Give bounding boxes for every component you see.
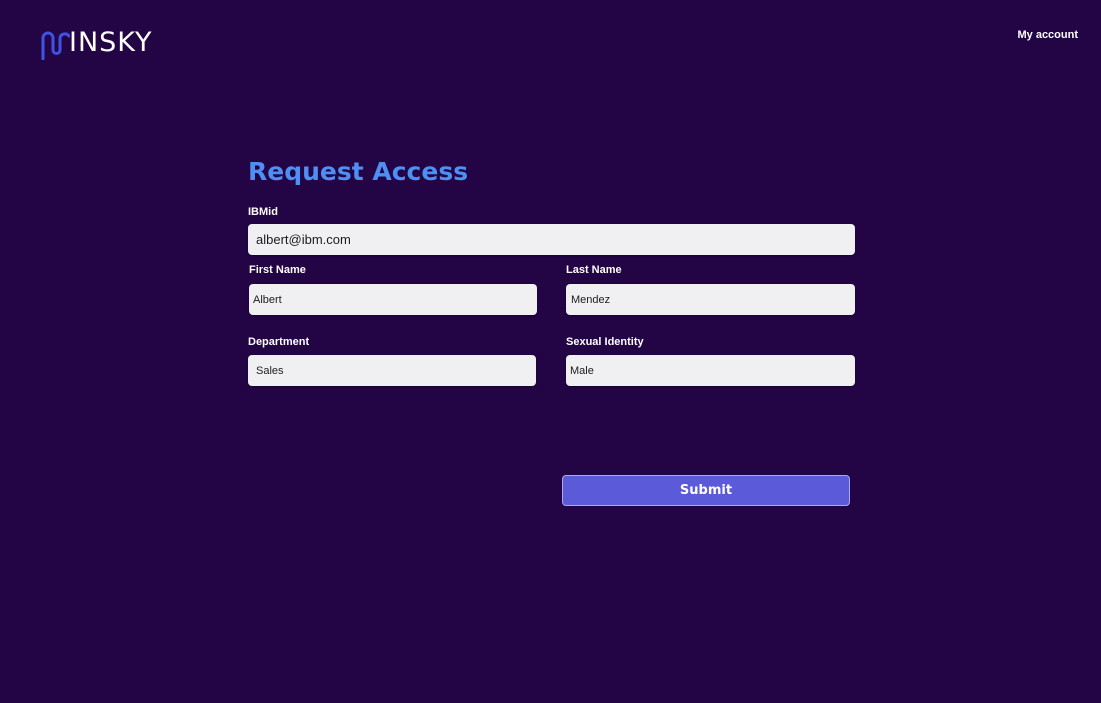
ibmid-label: IBMid: [248, 206, 278, 218]
minsky-logo-mark-icon: [40, 26, 71, 61]
ibmid-input[interactable]: [248, 224, 855, 255]
page-title: Request Access: [248, 157, 469, 186]
sexual-identity-input[interactable]: [566, 355, 855, 386]
logo-wordmark: INSKY: [69, 27, 153, 58]
department-input[interactable]: [248, 355, 536, 386]
minsky-logo[interactable]: INSKY: [40, 26, 153, 61]
first-name-label: First Name: [249, 264, 306, 276]
first-name-input[interactable]: [249, 284, 537, 315]
my-account-link[interactable]: My account: [1017, 29, 1078, 41]
last-name-input[interactable]: [566, 284, 855, 315]
sexual-identity-label: Sexual Identity: [566, 336, 644, 348]
department-label: Department: [248, 336, 310, 348]
submit-button[interactable]: Submit: [562, 475, 850, 506]
last-name-label: Last Name: [566, 264, 622, 276]
